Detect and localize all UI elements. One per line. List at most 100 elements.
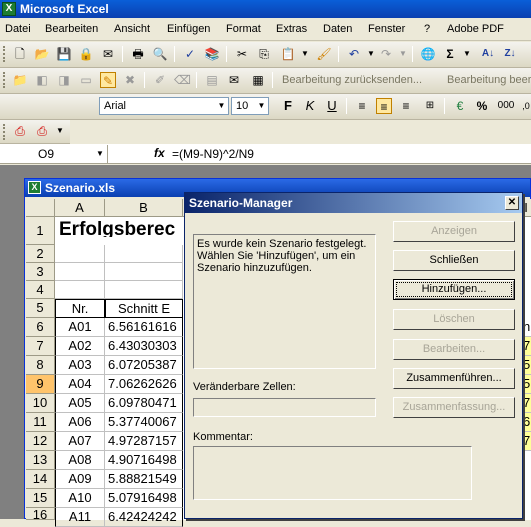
menu-bearbeiten[interactable]: Bearbeiten bbox=[45, 23, 98, 35]
nr-cell[interactable]: A02 bbox=[55, 337, 105, 356]
bold-icon[interactable]: F bbox=[280, 98, 296, 114]
cell[interactable] bbox=[105, 263, 183, 281]
schnitt-cell[interactable]: 5.88821549 bbox=[105, 470, 183, 489]
column-i-cell[interactable]: 6 bbox=[522, 413, 531, 432]
cell[interactable] bbox=[105, 245, 183, 263]
percent-icon[interactable]: % bbox=[474, 98, 490, 114]
previous-comment-icon[interactable]: ◧ bbox=[34, 72, 50, 88]
schnitt-cell[interactable]: 6.42424242 bbox=[105, 508, 183, 527]
reviewing-pane-icon[interactable]: ▦ bbox=[250, 72, 266, 88]
menu-ansicht[interactable]: Ansicht bbox=[114, 23, 150, 35]
row-header[interactable]: 7 bbox=[26, 337, 55, 356]
menu-help[interactable]: ? bbox=[424, 23, 430, 35]
column-header-b[interactable]: B bbox=[105, 199, 183, 217]
nr-cell[interactable]: A09 bbox=[55, 470, 105, 489]
open-folder-icon[interactable]: 📂 bbox=[34, 46, 50, 62]
row-header[interactable]: 13 bbox=[26, 451, 55, 470]
row-header[interactable]: 5 bbox=[26, 299, 55, 318]
close-icon[interactable]: ✕ bbox=[505, 196, 519, 210]
italic-icon[interactable]: K bbox=[302, 98, 318, 114]
nr-cell[interactable]: A08 bbox=[55, 451, 105, 470]
row-header[interactable]: 12 bbox=[26, 432, 55, 451]
copy-icon[interactable]: ⎘ bbox=[256, 46, 272, 62]
thousands-separator-icon[interactable]: 000 bbox=[496, 98, 516, 114]
schnitt-cell[interactable]: 4.97287157 bbox=[105, 432, 183, 451]
delete-ink-icon[interactable]: ⌫ bbox=[174, 72, 191, 88]
toolbar-options-icon[interactable]: ▼ bbox=[56, 123, 64, 139]
row-header[interactable]: 1 bbox=[26, 217, 55, 245]
row-header[interactable]: 16 bbox=[26, 508, 55, 520]
title-cell[interactable]: Erfolgsberec bbox=[59, 219, 183, 237]
font-size-select[interactable]: 10 ▼ bbox=[231, 97, 269, 115]
schnitt-cell[interactable]: 5.37740067 bbox=[105, 413, 183, 432]
header-schnitt-cell[interactable]: Schnitt E bbox=[105, 299, 183, 318]
end-review-button[interactable]: Bearbeitung beer bbox=[447, 74, 531, 86]
chevron-down-icon[interactable]: ▼ bbox=[215, 98, 228, 114]
menu-fenster[interactable]: Fenster bbox=[368, 23, 405, 35]
align-left-icon[interactable]: ≡ bbox=[354, 98, 370, 114]
nr-cell[interactable]: A03 bbox=[55, 356, 105, 375]
send-mail-icon[interactable]: ✉ bbox=[226, 72, 242, 88]
currency-icon[interactable]: € bbox=[452, 98, 468, 114]
redo-dropdown-icon[interactable]: ▼ bbox=[395, 46, 411, 62]
select-all-corner[interactable] bbox=[26, 199, 55, 217]
nr-cell[interactable]: A10 bbox=[55, 489, 105, 508]
paste-dropdown-icon[interactable]: ▼ bbox=[297, 46, 313, 62]
column-i-cell[interactable]: 7 bbox=[522, 337, 531, 356]
header-nr-cell[interactable]: Nr. bbox=[55, 299, 105, 318]
reply-with-changes-button[interactable]: Bearbeitung zurücksenden... bbox=[282, 74, 422, 86]
column-i-cell[interactable]: 7 bbox=[522, 432, 531, 451]
workbook-icon[interactable]: X bbox=[28, 181, 41, 194]
name-box[interactable]: O9 ▼ bbox=[0, 145, 108, 163]
nr-cell[interactable]: A04 bbox=[55, 375, 105, 394]
increase-decimal-icon[interactable]: ,0 bbox=[518, 98, 531, 114]
menu-daten[interactable]: Daten bbox=[323, 23, 352, 35]
sort-ascending-icon[interactable]: A↓ bbox=[480, 46, 496, 62]
chevron-down-icon[interactable]: ▼ bbox=[255, 98, 268, 114]
nr-cell[interactable]: A11 bbox=[55, 508, 105, 527]
ink-annotations-icon[interactable]: ✐ bbox=[152, 72, 168, 88]
summary-button[interactable]: Zusammenfassung... bbox=[393, 397, 515, 418]
chevron-down-icon[interactable]: ▼ bbox=[96, 145, 104, 163]
align-right-icon[interactable]: ≡ bbox=[398, 98, 414, 114]
research-icon[interactable]: 📚 bbox=[204, 46, 220, 62]
print-preview-icon[interactable]: 🔍 bbox=[152, 46, 168, 62]
formula-input[interactable]: =(M9-N9)^2/N9 bbox=[172, 147, 254, 161]
merge-button[interactable]: Zusammenführen... bbox=[393, 368, 515, 389]
email-icon[interactable]: ✉ bbox=[100, 46, 116, 62]
schnitt-cell[interactable]: 6.56161616 bbox=[105, 318, 183, 337]
cut-icon[interactable]: ✂ bbox=[234, 46, 250, 62]
convert-to-pdf-icon[interactable]: ⎙ bbox=[12, 123, 28, 139]
excel-icon[interactable]: X bbox=[2, 2, 16, 16]
cell[interactable] bbox=[55, 281, 105, 299]
merge-center-icon[interactable]: ⊞ bbox=[422, 98, 438, 114]
column-header-a[interactable]: A bbox=[55, 199, 105, 217]
insert-function-icon[interactable]: fx bbox=[154, 146, 165, 160]
font-select[interactable]: Arial ▼ bbox=[99, 97, 229, 115]
menu-einfuegen[interactable]: Einfügen bbox=[167, 23, 210, 35]
column-i-cell[interactable]: n bbox=[522, 318, 531, 337]
schnitt-cell[interactable]: 6.43030303 bbox=[105, 337, 183, 356]
menu-datei[interactable]: Datei bbox=[5, 23, 31, 35]
row-header[interactable]: 10 bbox=[26, 394, 55, 413]
print-icon[interactable]: 🖶 bbox=[130, 46, 146, 62]
format-painter-icon[interactable]: 🖌 bbox=[316, 46, 332, 62]
toolbar-grip[interactable] bbox=[3, 46, 6, 62]
nr-cell[interactable]: A06 bbox=[55, 413, 105, 432]
column-i-cell[interactable]: 7 bbox=[522, 394, 531, 413]
row-header[interactable]: 4 bbox=[26, 281, 55, 299]
schnitt-cell[interactable]: 6.07205387 bbox=[105, 356, 183, 375]
menu-format[interactable]: Format bbox=[226, 23, 261, 35]
row-header[interactable]: 6 bbox=[26, 318, 55, 337]
edit-button[interactable]: Bearbeiten... bbox=[393, 339, 515, 360]
scenarios-list[interactable]: Es wurde kein Szenario festgelegt. Wähle… bbox=[193, 234, 376, 369]
paste-icon[interactable]: 📋 bbox=[280, 46, 296, 62]
row-header[interactable]: 2 bbox=[26, 245, 55, 263]
undo-dropdown-icon[interactable]: ▼ bbox=[363, 46, 379, 62]
spellcheck-icon[interactable]: ✓ bbox=[182, 46, 198, 62]
menu-extras[interactable]: Extras bbox=[276, 23, 307, 35]
sort-descending-icon[interactable]: Z↓ bbox=[502, 46, 518, 62]
new-file-icon[interactable]: 🗋 bbox=[12, 46, 28, 62]
menu-adobe-pdf[interactable]: Adobe PDF bbox=[447, 23, 504, 35]
dialog-title-bar[interactable]: Szenario-Manager ✕ bbox=[185, 193, 522, 213]
